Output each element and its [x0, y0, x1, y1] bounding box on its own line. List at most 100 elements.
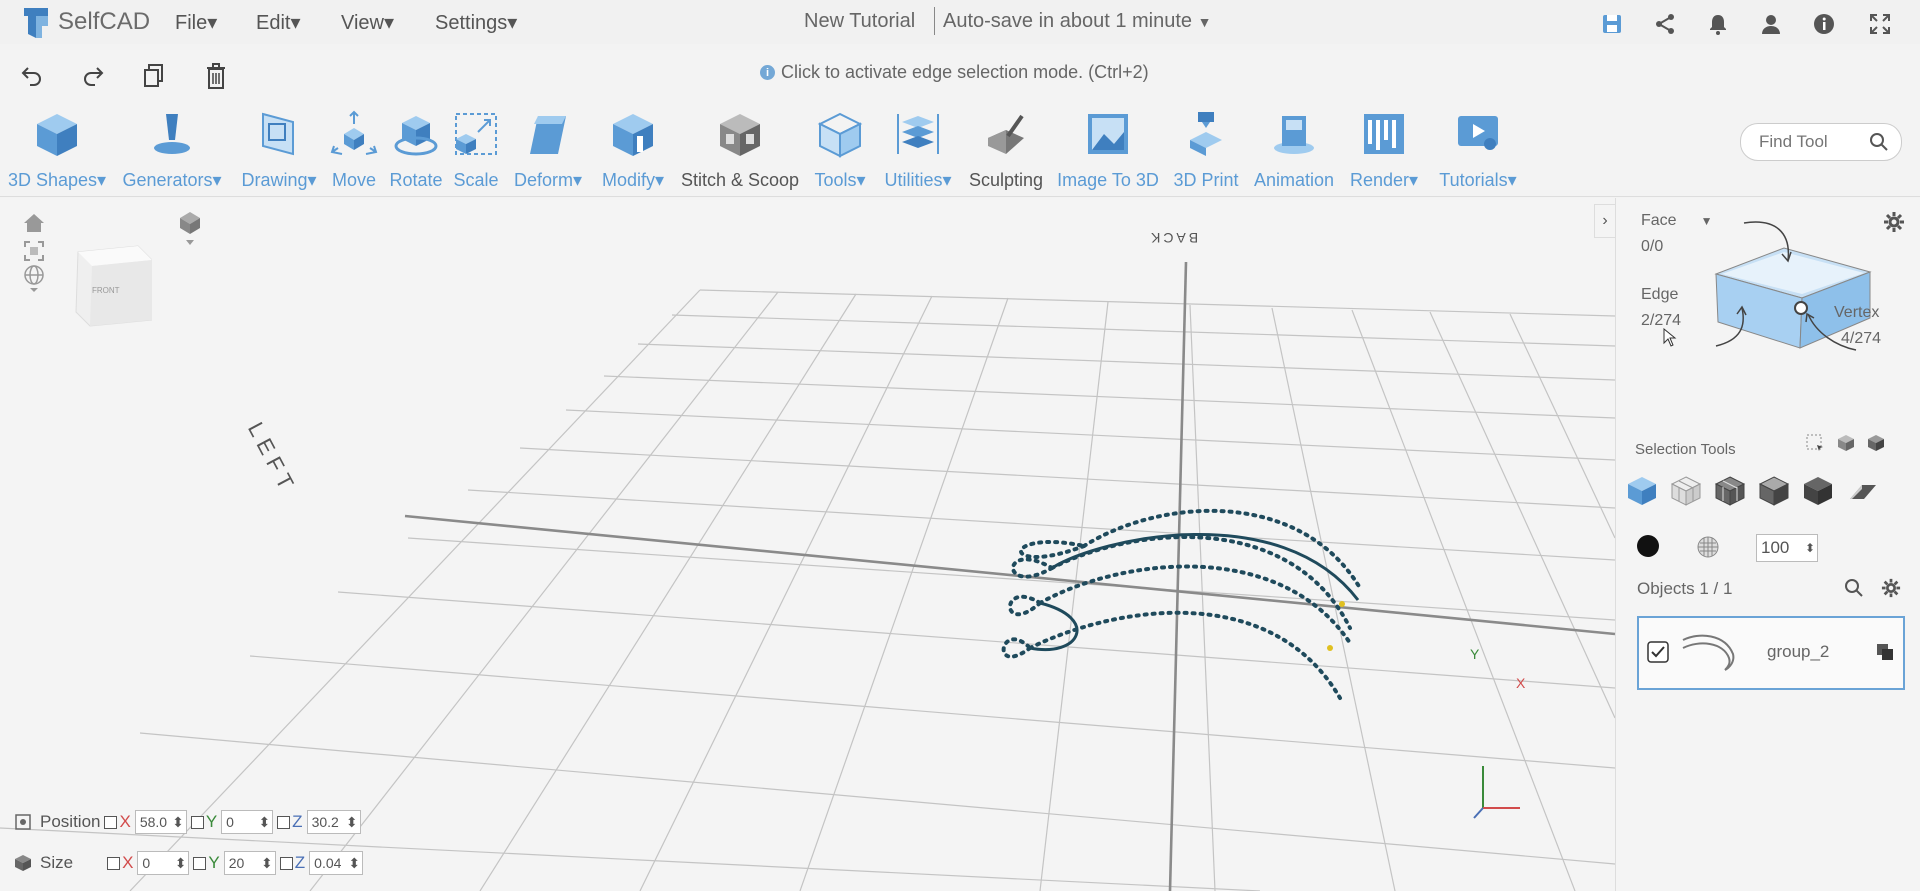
size-cube-icon	[15, 855, 31, 871]
tool-tutorials[interactable]: Tutorials▾	[1428, 110, 1528, 196]
size-x-lock[interactable]	[107, 856, 121, 870]
right-panel: › Face ▼ 0/0 Edge 2/274 Vertex 4/274 Sele…	[1594, 198, 1920, 891]
perspective-toggle-icon[interactable]	[23, 264, 45, 292]
selection-tools-label: Selection Tools	[1635, 441, 1736, 458]
select-visible-icon[interactable]	[1836, 433, 1856, 453]
top-bar: SelfCAD File▾ Edit▾ View▾ Settings▾ New …	[0, 0, 1920, 44]
size-x-input[interactable]: 0 ⬍	[137, 851, 190, 875]
select-rectangle-icon[interactable]	[1805, 433, 1825, 453]
find-tool-search[interactable]	[1740, 123, 1902, 161]
tool-sculpting[interactable]: Sculpting	[964, 110, 1048, 196]
object-list-item[interactable]: group_2	[1637, 616, 1905, 690]
tool-tools[interactable]: Tools▾	[808, 110, 872, 196]
tool-deform[interactable]: Deform▾	[508, 110, 588, 196]
user-account-icon[interactable]	[1759, 12, 1783, 36]
tool-animation[interactable]: Animation	[1248, 110, 1340, 196]
generator-icon	[154, 114, 190, 154]
mouse-cursor-icon	[1663, 328, 1677, 347]
tool-generators[interactable]: Generators▾	[117, 110, 227, 196]
object-thumbnail	[1682, 634, 1735, 671]
tool-3d-print[interactable]: 3D Print	[1168, 110, 1244, 196]
menu-view[interactable]: View▾	[341, 10, 394, 35]
animation-icon	[1274, 116, 1314, 154]
save-icon[interactable]	[1600, 12, 1624, 36]
tool-render[interactable]: Render▾	[1346, 110, 1422, 196]
3d-viewport[interactable]: BACK LEFT Y X FRONT Position X 58.0 ⬍ Y 0…	[0, 198, 1615, 891]
menu-edit[interactable]: Edit▾	[256, 10, 301, 35]
size-y-lock[interactable]	[193, 856, 207, 870]
utilities-icon	[897, 114, 939, 154]
tutorials-video-icon	[1458, 116, 1498, 150]
find-tool-input[interactable]	[1757, 131, 1871, 153]
redo-icon[interactable]	[81, 62, 105, 90]
tool-image-to-3d[interactable]: Image To 3D	[1054, 110, 1162, 196]
menu-settings[interactable]: Settings▾	[435, 10, 517, 35]
selfcad-logo[interactable]: SelfCAD	[20, 4, 150, 40]
select-box-icon[interactable]	[1800, 473, 1836, 509]
position-y-input[interactable]: 0 ⬍	[221, 810, 274, 834]
brush-color-swatch[interactable]	[1637, 535, 1659, 557]
autosave-status[interactable]: Auto-save in about 1 minute ▼	[943, 10, 1211, 33]
position-x-lock[interactable]	[104, 815, 118, 829]
tool-drawing[interactable]: Drawing▾	[236, 110, 322, 196]
zoom-fit-icon[interactable]	[23, 240, 45, 262]
size-z-lock[interactable]	[279, 856, 293, 870]
notifications-bell-icon[interactable]	[1706, 12, 1730, 36]
title-divider	[934, 7, 935, 35]
share-icon[interactable]	[1653, 12, 1677, 36]
select-grid-icon[interactable]	[1712, 473, 1748, 509]
tool-stitch-scoop[interactable]: Stitch & Scoop	[678, 110, 802, 196]
objects-search-icon[interactable]	[1844, 578, 1864, 598]
face-count: 0/0	[1641, 238, 1664, 255]
fullscreen-icon[interactable]	[1868, 12, 1892, 36]
edge-mode-label[interactable]: Edge	[1641, 286, 1678, 304]
copy-icon[interactable]	[142, 62, 166, 90]
undo-icon[interactable]	[20, 62, 44, 90]
axis-x-label: X	[1516, 675, 1526, 691]
size-z-input[interactable]: 0.04 ⬍	[309, 851, 364, 875]
tool-3d-shapes[interactable]: 3D Shapes▾	[5, 110, 109, 196]
3d-print-icon	[1190, 112, 1222, 156]
delete-trash-icon[interactable]	[204, 62, 228, 90]
position-z-input[interactable]: 30.2 ⬍	[306, 810, 361, 834]
view-cube-icon	[75, 245, 153, 327]
vertex-mode-label[interactable]: Vertex	[1834, 304, 1879, 322]
tool-modify[interactable]: Modify▾	[596, 110, 670, 196]
select-plane-icon[interactable]	[1844, 473, 1880, 509]
size-row: Size X 0 ⬍ Y 20 ⬍ Z 0.04 ⬍	[14, 851, 367, 875]
menu-file[interactable]: File▾	[175, 10, 217, 35]
select-mesh-icon[interactable]	[1668, 473, 1704, 509]
ground-grid	[0, 261, 1615, 891]
size-y-input[interactable]: 20 ⬍	[223, 851, 276, 875]
position-z-lock[interactable]	[277, 815, 291, 829]
view-options-icon[interactable]	[178, 210, 202, 246]
tool-utilities[interactable]: Utilities▾	[878, 110, 958, 196]
position-y-lock[interactable]	[190, 815, 204, 829]
tool-rotate[interactable]: Rotate	[386, 110, 446, 196]
object-name: group_2	[1767, 642, 1830, 661]
select-through-icon[interactable]	[1866, 433, 1886, 453]
object-options-icon[interactable]	[1875, 642, 1895, 662]
view-cube-front-label: FRONT	[92, 286, 120, 295]
view-cube[interactable]: FRONT	[72, 238, 153, 328]
search-icon[interactable]	[1869, 132, 1889, 152]
position-x-input[interactable]: 58.0 ⬍	[134, 810, 187, 834]
home-view-icon[interactable]	[23, 212, 45, 234]
project-title[interactable]: New Tutorial	[804, 10, 915, 33]
deform-icon	[530, 116, 566, 154]
logo-text: SelfCAD	[58, 8, 151, 35]
brush-sphere-icon[interactable]	[1696, 535, 1720, 559]
brush-size-input[interactable]: 100 ⬍	[1756, 534, 1818, 562]
objects-settings-gear-icon[interactable]	[1881, 578, 1901, 598]
collapse-panel-chevron-icon[interactable]: ›	[1594, 204, 1615, 238]
rotate-icon	[394, 116, 438, 156]
tool-move[interactable]: Move	[328, 110, 380, 196]
tool-ribbon: 3D Shapes▾ Generators▾ Drawing▾ Move Rot…	[0, 104, 1615, 194]
move-icon	[330, 110, 378, 155]
select-object-icon[interactable]	[1624, 473, 1660, 509]
select-solid-icon[interactable]	[1756, 473, 1792, 509]
image-to-3d-icon	[1088, 114, 1128, 154]
info-icon[interactable]	[1812, 12, 1836, 36]
object-visible-checkbox[interactable]	[1646, 640, 1670, 664]
tool-scale[interactable]: Scale	[450, 110, 502, 196]
